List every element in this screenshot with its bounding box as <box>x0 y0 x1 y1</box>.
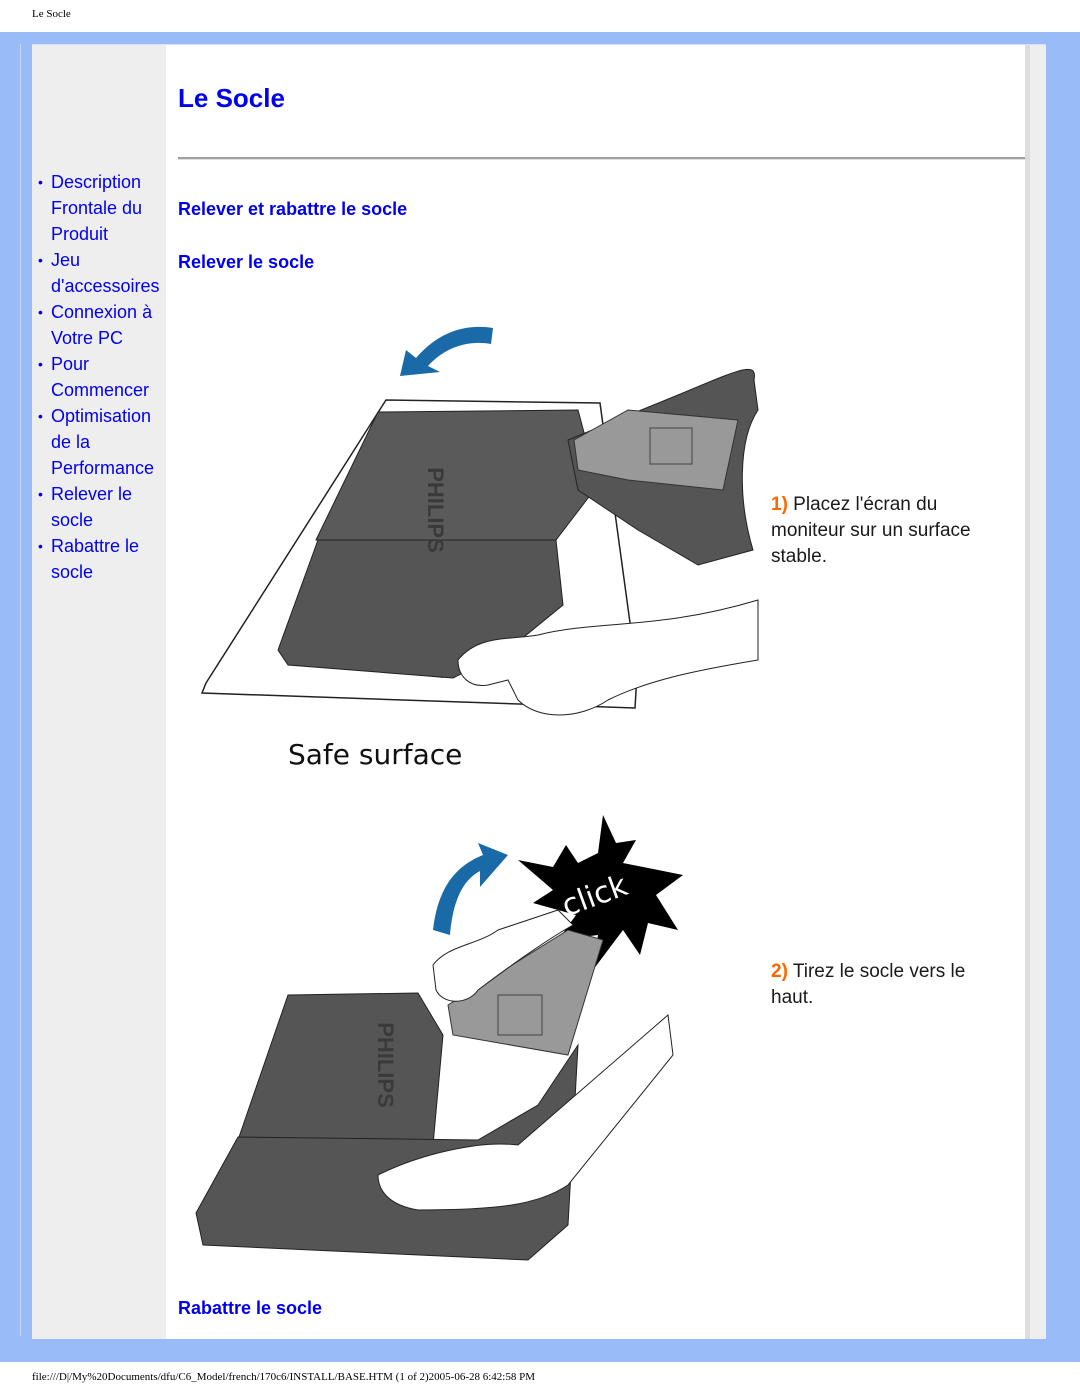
page-header-title: Le Socle <box>32 8 71 20</box>
illustration-pull-stand: click PHILIPS <box>195 815 683 1261</box>
scrollbar-track[interactable] <box>1025 45 1046 1339</box>
sidebar-item-description[interactable]: • Description Frontale du Produit <box>32 169 172 247</box>
step-number: 2) <box>771 961 788 982</box>
bullet-icon: • <box>38 356 43 372</box>
illustration-place-monitor: PHILIPS Safe surface <box>200 326 759 716</box>
step-number: 1) <box>771 494 788 515</box>
bullet-icon: • <box>38 174 43 190</box>
safe-surface-caption: Safe surface <box>288 738 463 771</box>
step-2-instruction: 2) Tirez le socle vers le haut. <box>771 959 1011 1011</box>
step-1-instruction: 1) Placez l'écran du moniteur sur un sur… <box>771 492 1011 570</box>
sidebar-item-label[interactable]: Rabattre le socle <box>51 536 139 582</box>
step-text: Tirez le socle vers le haut. <box>771 961 966 1008</box>
sidebar-nav: • Description Frontale du Produit • Jeu d'… <box>32 169 172 585</box>
sidebar-item-accessoires[interactable]: • Jeu d'accessoires <box>32 247 172 299</box>
content-area: • Description Frontale du Produit • Jeu d'… <box>32 44 1046 1339</box>
page-footer-path: file:///D|/My%20Documents/dfu/C6_Model/f… <box>32 1371 535 1383</box>
bullet-icon: • <box>38 252 43 268</box>
sidebar: • Description Frontale du Produit • Jeu d'… <box>32 45 166 1339</box>
sidebar-item-rabattre[interactable]: • Rabattre le socle <box>32 533 172 585</box>
sidebar-item-commencer[interactable]: • Pour Commencer <box>32 351 172 403</box>
bullet-icon: • <box>38 408 43 424</box>
main-content: Le Socle Relever et rabattre le socle Re… <box>178 45 1034 1339</box>
subsection-heading-raise: Relever le socle <box>178 252 315 272</box>
bullet-icon: • <box>38 538 43 554</box>
sidebar-item-label[interactable]: Description Frontale du Produit <box>51 172 142 244</box>
subsection-heading-lower: Rabattre le socle <box>178 1298 323 1318</box>
bullet-icon: • <box>38 304 43 320</box>
section-heading: Relever et rabattre le socle <box>178 199 408 219</box>
sidebar-item-label[interactable]: Pour Commencer <box>51 354 149 400</box>
philips-logo: PHILIPS <box>423 467 448 553</box>
rotate-arrow-icon <box>400 326 493 376</box>
sidebar-item-label[interactable]: Jeu d'accessoires <box>51 250 159 296</box>
sidebar-item-relever[interactable]: • Relever le socle <box>32 481 172 533</box>
frame-divider <box>20 44 21 1336</box>
sidebar-item-connexion[interactable]: • Connexion à Votre PC <box>32 299 172 351</box>
sidebar-item-optimisation[interactable]: • Optimisation de la Performance <box>32 403 172 481</box>
horizontal-rule <box>178 157 1034 160</box>
step-text: Placez l'écran du moniteur sur un surfac… <box>771 494 971 567</box>
page-title: Le Socle <box>178 83 285 113</box>
bullet-icon: • <box>38 486 43 502</box>
sidebar-item-label[interactable]: Connexion à Votre PC <box>51 302 152 348</box>
rotate-arrow-icon <box>433 843 508 935</box>
philips-logo: PHILIPS <box>373 1022 398 1108</box>
sidebar-item-label[interactable]: Relever le socle <box>51 484 132 530</box>
sidebar-item-label[interactable]: Optimisation de la Performance <box>51 406 154 478</box>
